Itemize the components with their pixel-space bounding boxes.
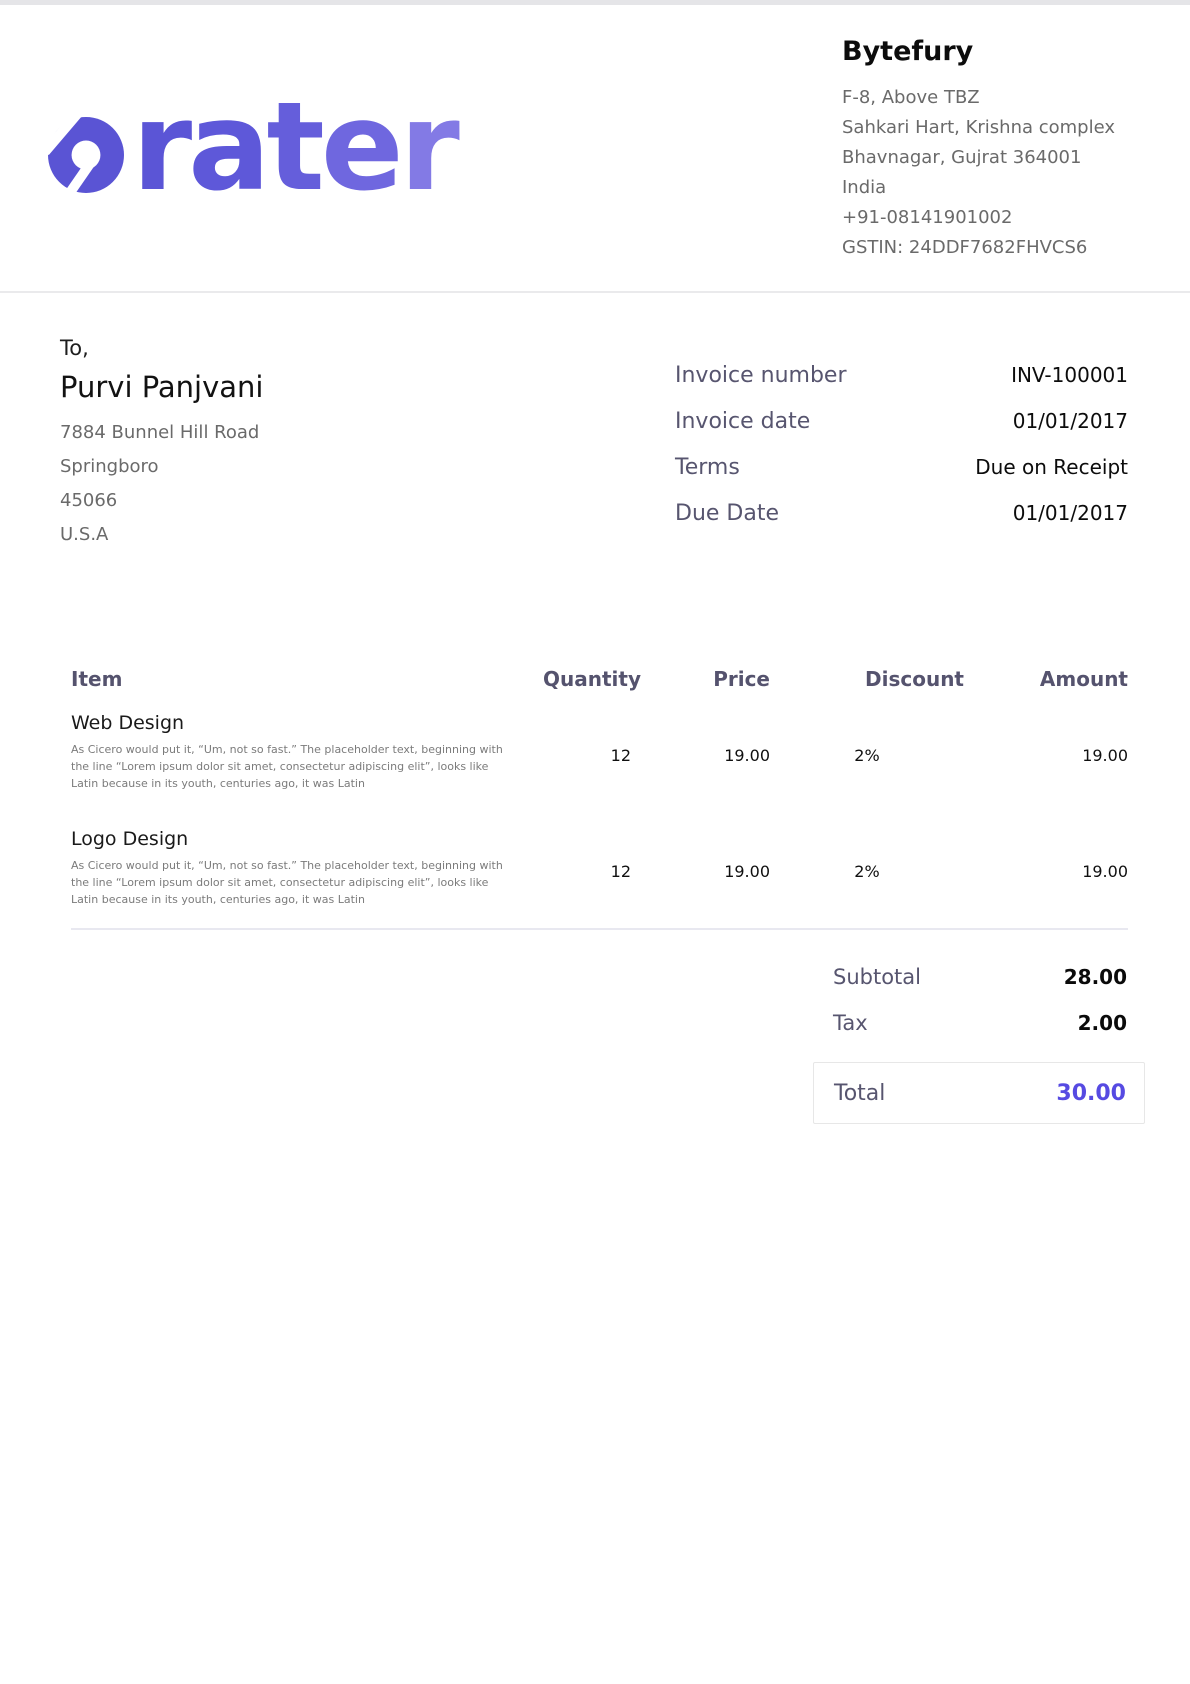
company-phone: +91-08141901002 <box>842 203 1115 233</box>
invoice-date-label: Invoice date <box>675 409 810 434</box>
item-cell: Web Design As Cicero would put it, “Um, … <box>71 712 526 792</box>
terms-label: Terms <box>675 455 740 480</box>
item-cell: Logo Design As Cicero would put it, “Um,… <box>71 828 526 908</box>
meta-row-invoice-number: Invoice number INV-100001 <box>675 352 1128 398</box>
customer-address-line: Springboro <box>60 450 263 484</box>
tax-value: 2.00 <box>1078 1011 1127 1035</box>
total-label: Total <box>834 1081 885 1106</box>
tax-row: Tax 2.00 <box>813 1000 1145 1046</box>
item-description: As Cicero would put it, “Um, not so fast… <box>71 857 505 908</box>
item-quantity: 12 <box>526 712 641 792</box>
company-name: Bytefury <box>842 36 1115 67</box>
col-header-price: Price <box>641 666 770 692</box>
col-header-quantity: Quantity <box>526 666 641 692</box>
customer-address-line: U.S.A <box>60 518 263 552</box>
subtotal-row: Subtotal 28.00 <box>813 954 1145 1000</box>
subtotal-label: Subtotal <box>833 965 921 989</box>
company-info: Bytefury F-8, Above TBZ Sahkari Hart, Kr… <box>842 36 1115 263</box>
logo-letter: a <box>188 86 266 208</box>
logo-letter: r <box>132 86 188 208</box>
meta-row-due-date: Due Date 01/01/2017 <box>675 490 1128 536</box>
invoice-number-label: Invoice number <box>675 363 847 388</box>
company-gstin: GSTIN: 24DDF7682FHVCS6 <box>842 233 1115 263</box>
top-chrome-strip <box>0 0 1190 5</box>
bill-to-label: To, <box>60 336 263 360</box>
company-address-line: India <box>842 173 1115 203</box>
col-header-amount: Amount <box>964 666 1128 692</box>
logo-letter: e <box>321 86 400 208</box>
items-table-header: Item Quantity Price Discount Amount <box>71 666 1128 692</box>
item-amount: 19.00 <box>964 828 1128 908</box>
meta-row-invoice-date: Invoice date 01/01/2017 <box>675 398 1128 444</box>
item-discount: 2% <box>770 712 964 792</box>
item-amount: 19.00 <box>964 712 1128 792</box>
invoice-meta: Invoice number INV-100001 Invoice date 0… <box>675 352 1128 536</box>
table-row: Logo Design As Cicero would put it, “Um,… <box>71 828 1128 908</box>
logo-letter: r <box>400 86 456 208</box>
col-header-item: Item <box>71 666 526 692</box>
item-description: As Cicero would put it, “Um, not so fast… <box>71 741 505 792</box>
invoice-number-value: INV-100001 <box>1011 363 1128 387</box>
subtotal-value: 28.00 <box>1064 965 1127 989</box>
customer-address: 7884 Bunnel Hill Road Springboro 45066 U… <box>60 416 263 552</box>
total-box: Total 30.00 <box>813 1062 1145 1124</box>
crater-logo: rater <box>48 86 456 208</box>
customer-name: Purvi Panjvani <box>60 370 263 404</box>
crater-logo-wordmark: rater <box>132 86 456 208</box>
logo-letter: t <box>267 86 321 208</box>
company-address-line: F-8, Above TBZ <box>842 83 1115 113</box>
due-date-label: Due Date <box>675 501 779 526</box>
invoice-page: rater Bytefury F-8, Above TBZ Sahkari Ha… <box>0 0 1190 1684</box>
meta-row-terms: Terms Due on Receipt <box>675 444 1128 490</box>
bill-to-block: To, Purvi Panjvani 7884 Bunnel Hill Road… <box>60 336 263 552</box>
tax-label: Tax <box>833 1011 868 1035</box>
totals-divider <box>71 928 1128 930</box>
header-divider <box>0 291 1190 293</box>
item-quantity: 12 <box>526 828 641 908</box>
customer-address-line: 45066 <box>60 484 263 518</box>
invoice-date-value: 01/01/2017 <box>1013 409 1128 433</box>
total-value: 30.00 <box>1056 1081 1126 1106</box>
table-row: Web Design As Cicero would put it, “Um, … <box>71 712 1128 792</box>
item-discount: 2% <box>770 828 964 908</box>
totals-block: Subtotal 28.00 Tax 2.00 Total 30.00 <box>813 954 1145 1124</box>
items-table: Item Quantity Price Discount Amount Web … <box>71 666 1128 908</box>
customer-address-line: 7884 Bunnel Hill Road <box>60 416 263 450</box>
item-name: Logo Design <box>71 828 526 850</box>
item-price: 19.00 <box>641 828 770 908</box>
crater-logo-c-icon <box>48 97 124 197</box>
col-header-discount: Discount <box>770 666 964 692</box>
terms-value: Due on Receipt <box>975 455 1128 479</box>
company-address-line: Bhavnagar, Gujrat 364001 <box>842 143 1115 173</box>
due-date-value: 01/01/2017 <box>1013 501 1128 525</box>
item-price: 19.00 <box>641 712 770 792</box>
item-name: Web Design <box>71 712 526 734</box>
company-address-line: Sahkari Hart, Krishna complex <box>842 113 1115 143</box>
